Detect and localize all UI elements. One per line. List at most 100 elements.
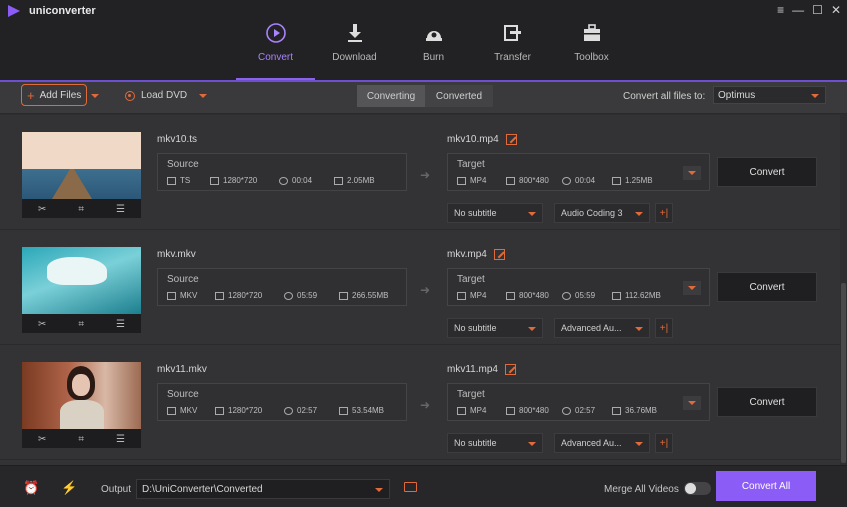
format-select[interactable]: Optimus [713, 86, 826, 104]
load-dvd-button[interactable]: Load DVD [125, 90, 208, 101]
effects-icon[interactable]: ☰ [116, 319, 125, 330]
crop-icon[interactable]: ⌗ [78, 204, 84, 215]
clock-icon [284, 406, 293, 415]
convert-all-button[interactable]: Convert All [716, 471, 816, 501]
nav-download[interactable]: Download [315, 0, 394, 80]
alarm-clock-icon[interactable]: ⏰ [23, 480, 39, 496]
source-label: Source [167, 159, 199, 170]
audio-select[interactable]: Advanced Au... [554, 318, 650, 338]
load-dvd-dropdown-icon[interactable] [199, 93, 208, 98]
source-size: 2.05MB [347, 176, 375, 185]
app-title: uniconverter [29, 5, 96, 17]
video-thumbnail[interactable]: ✂ ⌗ ☰ [22, 132, 141, 218]
arrow-right-icon: ➜ [420, 168, 431, 182]
minimize-icon[interactable]: — [792, 3, 804, 17]
toolbar: + Add Files Load DVD Converting Converte… [0, 82, 847, 114]
subtitle-value: No subtitle [454, 208, 497, 218]
nav-burn[interactable]: Burn [394, 0, 473, 80]
window-controls: ≡ — ☐ ✕ [777, 3, 841, 17]
nav-convert[interactable]: Convert [236, 0, 315, 80]
target-format-dropdown[interactable] [683, 396, 701, 410]
nav-burn-label: Burn [422, 52, 445, 63]
scrollbar-thumb[interactable] [841, 283, 846, 463]
video-thumbnail[interactable]: ✂ ⌗ ☰ [22, 247, 141, 333]
close-icon[interactable]: ✕ [831, 3, 841, 17]
audio-value: Advanced Au... [561, 323, 622, 333]
source-label: Source [167, 389, 199, 400]
convert-button[interactable]: Convert [717, 272, 817, 302]
split-icon: +| [659, 437, 669, 449]
target-filename: mkv11.mp4 [447, 364, 498, 375]
convert-button[interactable]: Convert [717, 387, 817, 417]
scissors-icon[interactable]: ✂ [38, 319, 46, 330]
scissors-icon[interactable]: ✂ [38, 434, 46, 445]
open-folder-icon[interactable] [404, 482, 417, 492]
merge-split-button[interactable]: +| [655, 318, 673, 338]
toolbox-icon [583, 24, 600, 41]
target-filename-wrap: mkv.mp4 [447, 249, 505, 260]
file-row: ✂ ⌗ ☰ mkv10.ts Source TS 1280*720 00:04 … [0, 115, 840, 230]
edit-icon[interactable] [505, 134, 517, 145]
video-thumbnail[interactable]: ✂ ⌗ ☰ [22, 362, 141, 448]
add-files-dropdown-icon[interactable] [91, 94, 99, 98]
convert-all-to-label: Convert all files to: [623, 91, 706, 102]
nav-transfer[interactable]: Transfer [473, 0, 552, 80]
film-icon [457, 176, 466, 185]
target-filename-wrap: mkv11.mp4 [447, 364, 516, 375]
clock-icon [284, 291, 293, 300]
split-icon: +| [659, 322, 669, 334]
merge-toggle[interactable] [684, 482, 711, 495]
lightning-icon[interactable]: ⚡ [61, 480, 77, 496]
effects-icon[interactable]: ☰ [116, 434, 125, 445]
merge-split-button[interactable]: +| [655, 203, 673, 223]
target-resolution: 800*480 [519, 406, 549, 415]
source-duration: 02:57 [297, 406, 318, 415]
status-tabs: Converting Converted [357, 85, 493, 107]
maximize-icon[interactable]: ☐ [812, 3, 823, 17]
scissors-icon[interactable]: ✂ [38, 204, 46, 215]
menu-icon[interactable]: ≡ [777, 3, 784, 17]
file-list: ✂ ⌗ ☰ mkv10.ts Source TS 1280*720 00:04 … [0, 115, 840, 465]
edit-icon[interactable] [504, 364, 516, 375]
convert-button[interactable]: Convert [717, 157, 817, 187]
effects-icon[interactable]: ☰ [116, 204, 125, 215]
load-dvd-label: Load DVD [141, 90, 188, 101]
target-resolution: 800*480 [519, 291, 549, 300]
clock-icon [562, 291, 571, 300]
clock-icon [279, 176, 288, 185]
file-row: ✂ ⌗ ☰ mkv.mkv Source MKV 1280*720 05:59 … [0, 230, 840, 345]
nav-toolbox[interactable]: Toolbox [552, 0, 631, 80]
nav-download-label: Download [332, 52, 377, 63]
folder-icon [612, 406, 621, 415]
tab-converted[interactable]: Converted [425, 85, 493, 107]
subtitle-select[interactable]: No subtitle [447, 318, 543, 338]
thumbnail-tools: ✂ ⌗ ☰ [22, 201, 141, 218]
scrollbar[interactable] [840, 115, 847, 465]
merge-split-button[interactable]: +| [655, 433, 673, 453]
target-info: Target MP4 800*480 00:04 1.25MB [447, 153, 710, 191]
crop-icon[interactable]: ⌗ [78, 319, 84, 330]
crop-icon[interactable]: ⌗ [78, 434, 84, 445]
target-duration: 00:04 [575, 176, 596, 185]
top-bar: uniconverter ≡ — ☐ ✕ Convert Download Bu… [0, 0, 847, 80]
source-filename: mkv10.ts [157, 134, 198, 145]
subtitle-select[interactable]: No subtitle [447, 203, 543, 223]
audio-select[interactable]: Audio Coding 3 [554, 203, 650, 223]
target-format-dropdown[interactable] [683, 281, 701, 295]
target-label: Target [457, 159, 485, 170]
target-format-dropdown[interactable] [683, 166, 701, 180]
target-info: Target MP4 800*480 05:59 112.62MB [447, 268, 710, 306]
chevron-down-icon [635, 327, 643, 331]
target-size: 1.25MB [625, 176, 653, 185]
output-path-select[interactable]: D:\UniConverter\Converted [136, 479, 390, 499]
audio-select[interactable]: Advanced Au... [554, 433, 650, 453]
subtitle-select[interactable]: No subtitle [447, 433, 543, 453]
thumbnail-image [22, 247, 141, 314]
add-files-button[interactable]: + Add Files [21, 84, 87, 106]
thumbnail-tools: ✂ ⌗ ☰ [22, 316, 141, 333]
tab-converting[interactable]: Converting [357, 85, 425, 107]
source-format: MKV [180, 291, 198, 300]
convert-icon [265, 23, 286, 43]
source-format: TS [180, 176, 191, 185]
edit-icon[interactable] [493, 249, 505, 260]
